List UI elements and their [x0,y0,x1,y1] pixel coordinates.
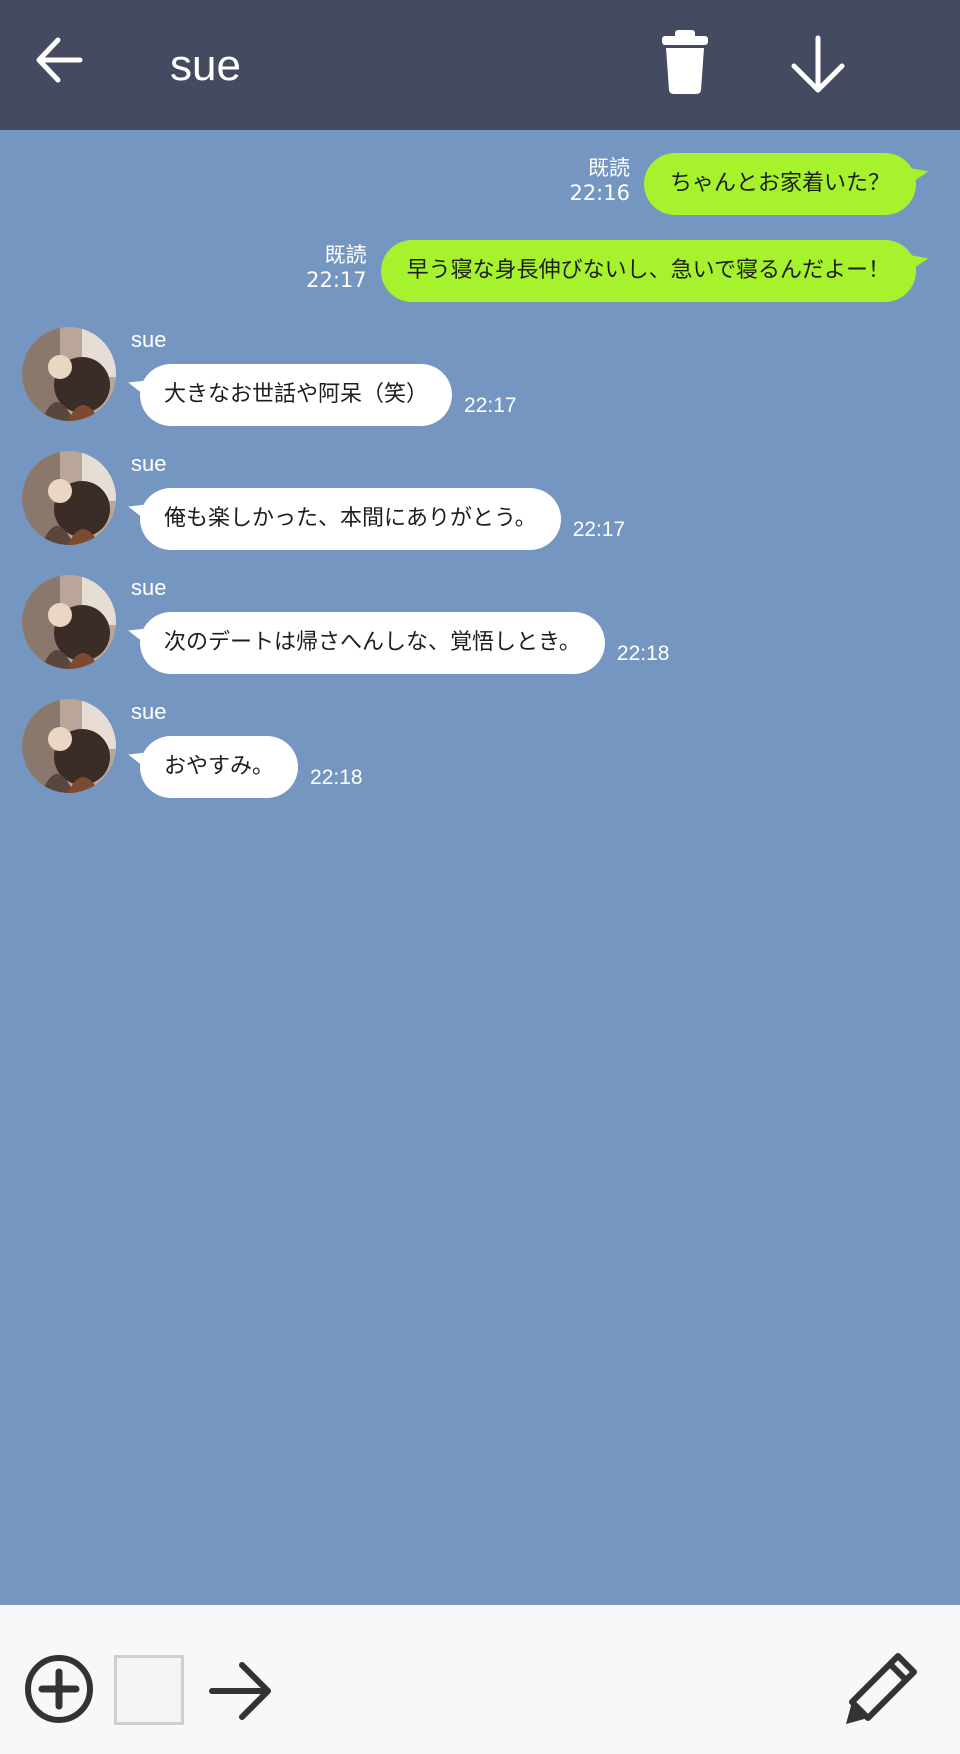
avatar-image [22,575,116,669]
message-bubble[interactable]: 次のデートは帰さへんしな、覚悟しとき。 [125,612,605,674]
message-received: sue 俺も楽しかった、本間にありがとう。 22:17 [22,451,922,561]
message-bubble[interactable]: 早う寝な身長伸びないし、急いで寝るんだよー！ [380,240,931,302]
avatar[interactable] [22,699,116,793]
delete-button[interactable] [656,26,714,96]
message-time: 22:17 [306,268,367,292]
message-bubble[interactable]: ちゃんとお家着いた？ [643,153,931,215]
message-text: おやすみ。 [164,754,275,779]
sender-name: sue [131,575,167,600]
message-text: 次のデートは帰さへんしな、覚悟しとき。 [164,630,581,655]
bubble-tail [125,621,153,645]
chat-area[interactable]: 既読 22:16 ちゃんとお家着いた？ 既読 22:17 早う寝な身長伸びないし… [0,130,960,1605]
avatar-image [22,699,116,793]
read-receipt: 既読 [324,243,367,267]
download-button[interactable] [782,30,854,102]
avatar[interactable] [22,327,116,421]
chat-title: sue [170,41,241,90]
message-sent: 既読 22:17 早う寝な身長伸びないし、急いで寝るんだよー！ [306,240,931,302]
message-bubble[interactable]: おやすみ。 [125,736,299,798]
message-received: sue おやすみ。 22:18 [22,699,922,809]
message-text: 早う寝な身長伸びないし、急いで寝るんだよー！ [406,258,890,283]
message-received: sue 次のデートは帰さへんしな、覚悟しとき。 22:18 [22,575,922,685]
avatar[interactable] [22,575,116,669]
message-meta: 既読 22:17 [306,243,367,293]
plus-circle-icon [25,1655,93,1723]
avatar-image [22,451,116,545]
avatar[interactable] [22,451,116,545]
avatar-image [22,327,116,421]
sender-name: sue [131,451,167,476]
arrow-left-icon [36,37,83,83]
pencil-icon [846,1653,917,1724]
sender-name: sue [131,699,167,724]
header-bar: sue [0,0,960,130]
bubble-tail [903,247,931,271]
message-text: 俺も楽しかった、本間にありがとう。 [164,506,537,531]
bubble-tail [125,373,153,397]
message-time: 22:18 [616,642,670,665]
bubble-tail [125,497,153,521]
message-time: 22:17 [464,394,517,417]
bubble-tail [903,160,931,184]
read-receipt: 既読 [587,156,630,180]
bubble-tail [125,745,153,769]
back-button[interactable] [28,28,92,92]
image-box[interactable] [114,1655,184,1725]
edit-button[interactable] [840,1650,920,1730]
sender-name: sue [131,327,167,352]
message-sent: 既読 22:16 ちゃんとお家着いた？ [569,153,931,215]
message-time: 22:16 [569,181,630,205]
arrow-right-icon [209,1662,271,1720]
message-text: 大きなお世話や阿呆（笑） [164,382,429,407]
message-bubble[interactable]: 俺も楽しかった、本間にありがとう。 [125,488,561,550]
message-time: 22:18 [310,766,363,789]
arrow-down-icon [791,35,845,93]
message-time: 22:17 [572,518,626,541]
message-bubble[interactable]: 大きなお世話や阿呆（笑） [125,364,453,426]
message-meta: 既読 22:16 [569,156,630,206]
message-text: ちゃんとお家着いた？ [669,171,890,196]
send-button[interactable] [204,1654,278,1728]
message-received: sue 大きなお世話や阿呆（笑） 22:17 [22,327,922,437]
trash-icon [662,30,708,94]
add-button[interactable] [22,1652,96,1726]
